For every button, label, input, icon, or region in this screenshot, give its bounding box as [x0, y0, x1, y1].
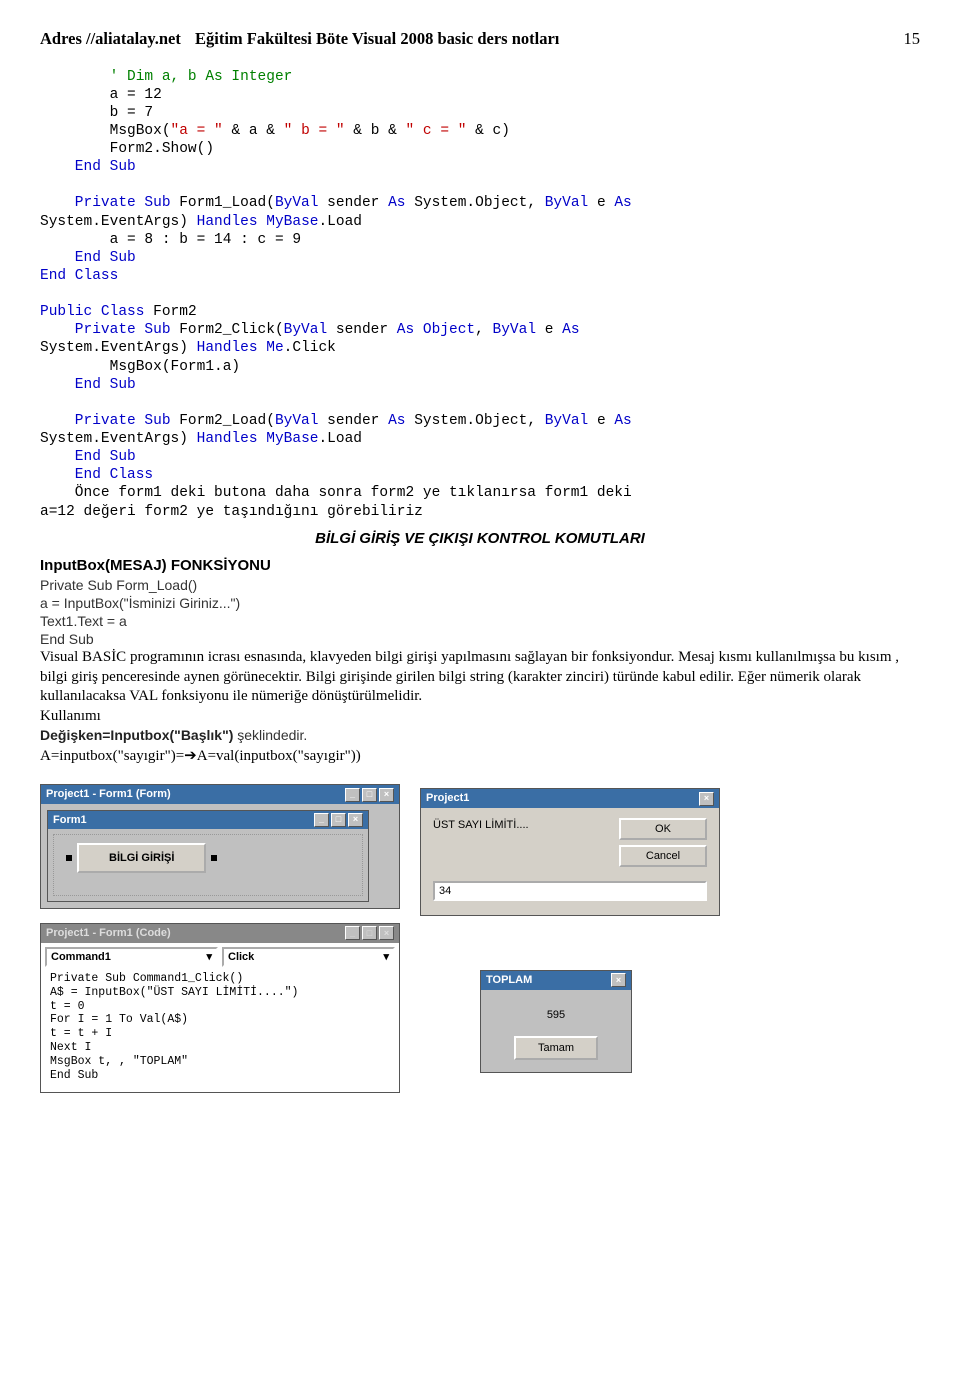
screenshots-row: Project1 - Form1 (Form) _ □ × Form1 _ □ … — [40, 784, 920, 1093]
close-icon[interactable]: × — [379, 788, 394, 802]
resize-handle-icon[interactable] — [211, 855, 217, 861]
usage-line-2: A=inputbox("sayıgir")=➔A=val(inputbox("s… — [40, 747, 920, 767]
usage-syntax-line: Değişken=Inputbox("Başlık") şeklindedir. — [40, 726, 920, 747]
function-heading: InputBox(MESAJ) FONKSİYONU — [40, 556, 920, 576]
msgbox-title: TOPLAM — [486, 973, 532, 987]
code-window: Project1 - Form1 (Code) _ □ × Command1▾ … — [40, 923, 400, 1093]
explanation-paragraph: Visual BASİC programının icrası esnasınd… — [40, 648, 920, 707]
ide-code-area[interactable]: Private Sub Command1_Click() A$ = InputB… — [45, 969, 395, 1088]
ok-button[interactable]: OK — [619, 818, 707, 840]
example-code-3: Text1.Text = a — [40, 612, 920, 630]
event-combobox[interactable]: Click▾ — [222, 947, 395, 967]
form-designer-titlebar: Project1 - Form1 (Form) _ □ × — [41, 785, 399, 803]
chevron-down-icon: ▾ — [383, 950, 389, 964]
arrow-icon: ➔ — [184, 748, 197, 764]
close-icon[interactable]: × — [699, 792, 714, 806]
close-icon[interactable]: × — [379, 926, 394, 940]
inner-form-title: Form1 — [53, 813, 87, 827]
usage-label: Kullanımı — [40, 707, 920, 727]
inputbox-prompt: ÜST SAYI LİMİTİ.... — [433, 818, 529, 832]
close-icon[interactable]: × — [348, 813, 363, 827]
msgbox-value: 595 — [547, 1008, 565, 1022]
inputbox-field[interactable] — [433, 881, 707, 901]
close-icon[interactable]: × — [611, 973, 626, 987]
inner-form-titlebar: Form1 _ □ × — [48, 811, 368, 829]
form-designer-window: Project1 - Form1 (Form) _ □ × Form1 _ □ … — [40, 784, 400, 909]
code-window-titlebar: Project1 - Form1 (Code) _ □ × — [41, 924, 399, 942]
header-address: Adres //aliatalay.net — [40, 29, 181, 48]
section-title: BİLGİ GİRİŞ VE ÇIKIŞI KONTROL KOMUTLARI — [40, 529, 920, 549]
inputbox-titlebar: Project1 × — [421, 789, 719, 807]
object-combobox[interactable]: Command1▾ — [45, 947, 218, 967]
example-code-2: a = InputBox("İsminizi Giriniz...") — [40, 594, 920, 612]
code-block-1: ' Dim a, b As Integer a = 12 b = 7 MsgBo… — [40, 49, 920, 520]
resize-handle-icon[interactable] — [66, 855, 72, 861]
form-canvas[interactable]: BİLGİ GİRİŞİ — [48, 829, 368, 901]
example-code-1: Private Sub Form_Load() — [40, 576, 920, 594]
msgbox-dialog: TOPLAM × 595 Tamam — [480, 970, 632, 1073]
maximize-icon[interactable]: □ — [331, 813, 346, 827]
chevron-down-icon: ▾ — [206, 950, 212, 964]
inputbox-title: Project1 — [426, 791, 469, 805]
header-title: Eğitim Fakültesi Böte Visual 2008 basic … — [195, 29, 559, 48]
bilgi-girisi-button[interactable]: BİLGİ GİRİŞİ — [77, 843, 206, 873]
form-designer-title: Project1 - Form1 (Form) — [46, 787, 171, 801]
msgbox-titlebar: TOPLAM × — [481, 971, 631, 989]
maximize-icon[interactable]: □ — [362, 926, 377, 940]
tamam-button[interactable]: Tamam — [514, 1036, 598, 1060]
inputbox-dialog: Project1 × ÜST SAYI LİMİTİ.... OK Cancel — [420, 788, 720, 916]
usage-syntax-bold: Değişken=Inputbox("Başlık") — [40, 727, 233, 743]
minimize-icon[interactable]: _ — [314, 813, 329, 827]
page-header: Adres //aliatalay.net Eğitim Fakültesi B… — [40, 28, 920, 49]
minimize-icon[interactable]: _ — [345, 926, 360, 940]
code-window-title: Project1 - Form1 (Code) — [46, 926, 171, 940]
page-number: 15 — [904, 28, 921, 49]
minimize-icon[interactable]: _ — [345, 788, 360, 802]
example-code-4: End Sub — [40, 630, 920, 648]
inner-form-window: Form1 _ □ × BİLGİ GİRİŞİ — [47, 810, 369, 903]
cancel-button[interactable]: Cancel — [619, 845, 707, 867]
maximize-icon[interactable]: □ — [362, 788, 377, 802]
